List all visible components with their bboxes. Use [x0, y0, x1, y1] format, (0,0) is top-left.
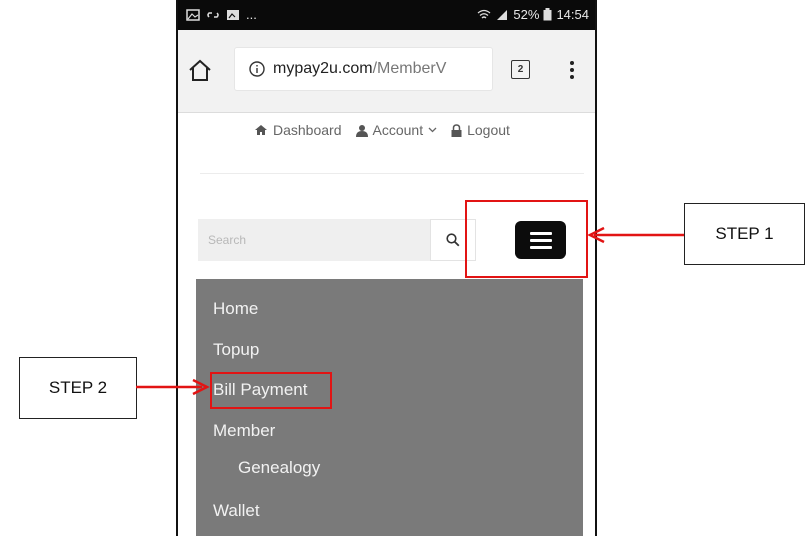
step2-arrow: [136, 378, 210, 396]
annotation-arrows: [136, 226, 684, 396]
step1-arrow: [587, 226, 684, 244]
